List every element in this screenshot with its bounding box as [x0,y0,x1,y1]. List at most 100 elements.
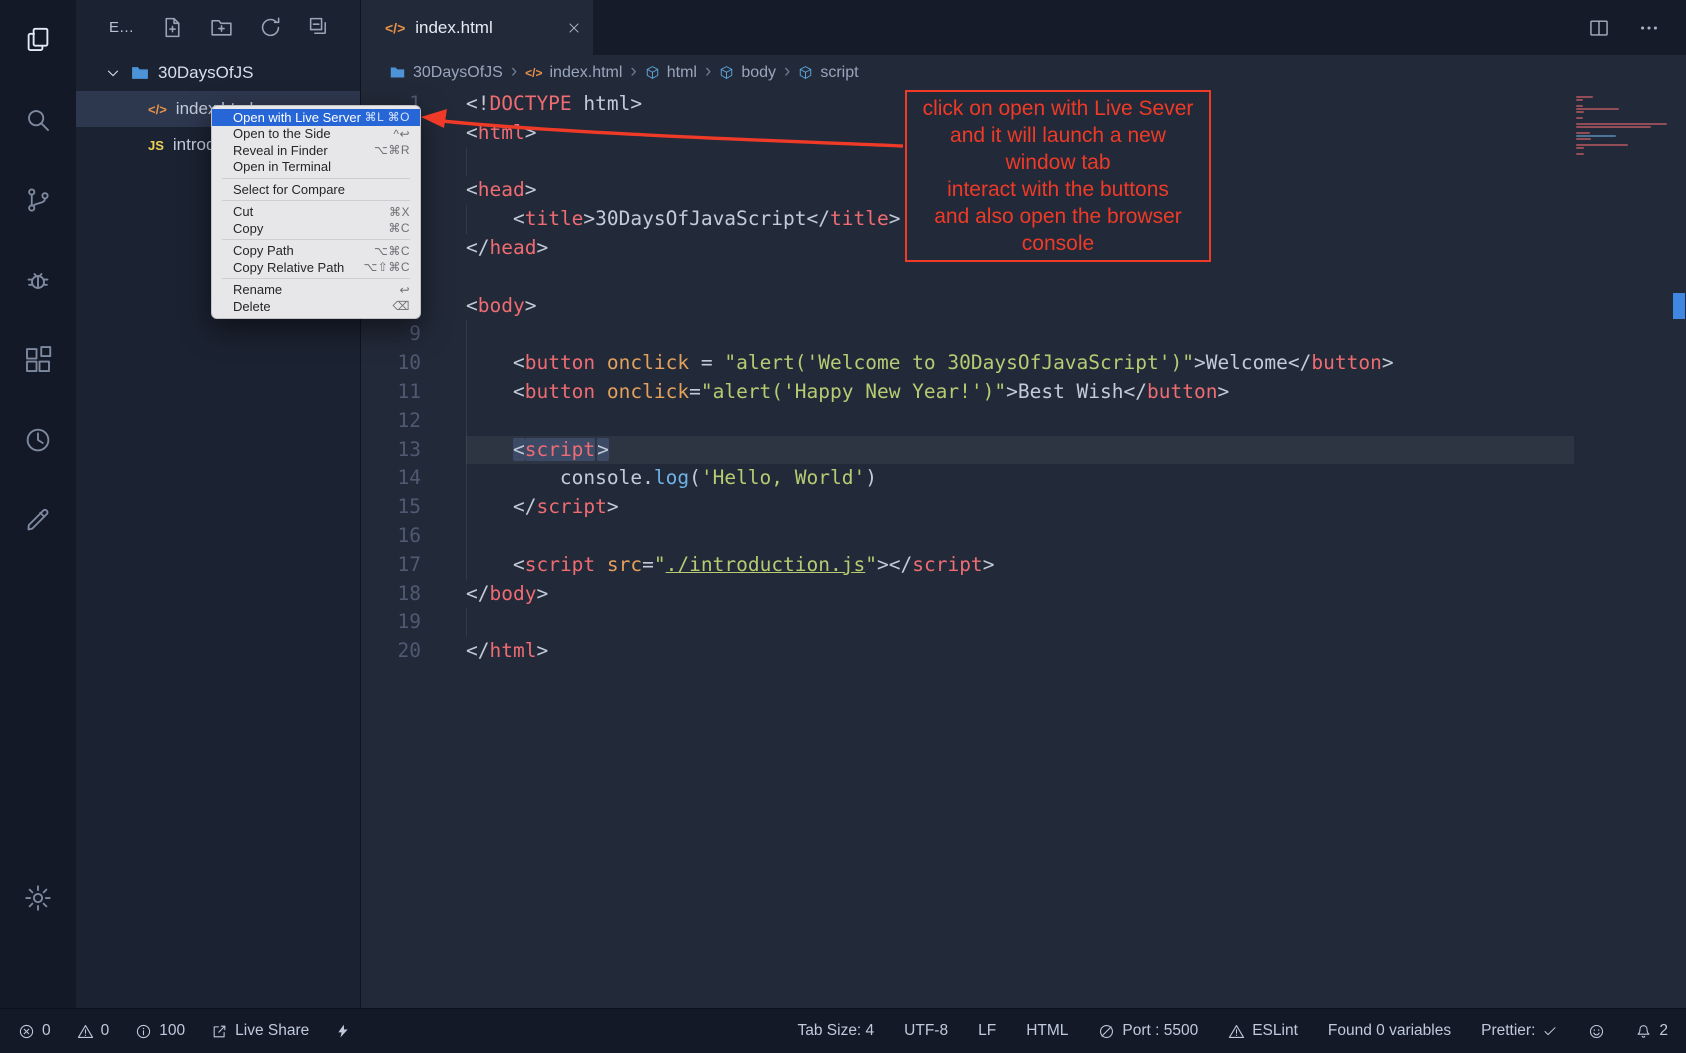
breadcrumb-separator: › [511,61,517,83]
close-icon[interactable] [567,21,581,35]
code-line-16[interactable]: 16 [361,522,1574,551]
code-text: </head> [466,234,548,263]
code-line-10[interactable]: 10 <button onclick = "alert('Welcome to … [361,349,1574,378]
activity-bar-item-extensions[interactable] [12,334,64,386]
status-label: ESLint [1252,1022,1298,1040]
code-line-12[interactable]: 12 [361,407,1574,436]
status-right: Tab Size: 4 UTF-8 LF HTML Port : 5500 ESLint F… [797,1022,1668,1040]
code-line-7[interactable]: 7 [361,263,1574,292]
code-line-17[interactable]: 17 <script src="./introduction.js"></scr… [361,551,1574,580]
code-line-8[interactable]: 8<body> [361,292,1574,321]
breadcrumb-label: body [741,64,776,82]
status-errors[interactable]: 0 [18,1022,51,1040]
code-line-11[interactable]: 11 <button onclick="alert('Happy New Yea… [361,378,1574,407]
ellipsis-icon[interactable] [1638,17,1660,39]
info-icon [135,1023,152,1040]
menu-item-shortcut: ⌫ [393,299,410,313]
minimap-line [1576,105,1583,107]
activity-bar-item-search[interactable] [12,94,64,146]
code-text: console.log('Hello, World') [466,464,877,493]
status-language-html[interactable]: HTML [1026,1022,1068,1040]
code-line-15[interactable]: 15 </script> [361,493,1574,522]
breadcrumb-html[interactable]: html [645,64,697,82]
breadcrumb-separator: › [705,61,711,83]
annotation-line: and it will launch a new [950,122,1166,149]
activity-bar-item-manage[interactable] [12,872,64,924]
code-line-13[interactable]: 13 <script> [361,436,1574,465]
code-line-20[interactable]: 20</html> [361,637,1574,666]
activity-bar-item-clock[interactable] [12,414,64,466]
explorer-title: E… [109,19,134,36]
overview-marker [1673,293,1685,319]
menu-item-shortcut: ⌘C [388,221,410,235]
status-eol[interactable]: LF [978,1022,996,1040]
breadcrumb-index-html[interactable]: </>index.html [525,64,622,82]
status-live-share[interactable]: Live Share [211,1022,309,1040]
status-bolt[interactable] [335,1023,351,1039]
breadcrumb-separator: › [784,61,790,83]
root-folder-label: 30DaysOfJS [158,63,253,83]
code-line-19[interactable]: 19 [361,608,1574,637]
minimap-line [1576,132,1590,134]
menu-item-copy-path[interactable]: Copy Path⌥⌘C [212,243,420,260]
minimap[interactable] [1576,96,1672,156]
menu-item-rename[interactable]: Rename↩ [212,282,420,299]
menu-item-label: Rename [233,282,282,297]
breadcrumb-label: index.html [550,64,623,82]
status-eslint[interactable]: ESLint [1228,1022,1298,1040]
code-text: <!DOCTYPE html> [466,90,642,119]
status-feedback[interactable] [1588,1023,1605,1040]
status-label: Found 0 variables [1328,1022,1451,1040]
status-info[interactable]: 100 [135,1022,185,1040]
new-file-icon[interactable] [160,15,185,40]
minimap-line [1576,135,1616,137]
menu-item-shortcut: ⌥⌘C [374,244,410,258]
status-label: UTF-8 [904,1022,948,1040]
status-prettier[interactable]: Prettier: [1481,1022,1558,1040]
status-encoding[interactable]: UTF-8 [904,1022,948,1040]
folder-row-30daysofjs[interactable]: 30DaysOfJS [76,55,360,91]
tab-index-html[interactable]: </> index.html [361,0,593,55]
overview-ruler[interactable] [1672,90,1686,1008]
menu-item-cut[interactable]: Cut⌘X [212,204,420,221]
new-folder-icon[interactable] [209,15,234,40]
activity-bar-item-pen[interactable] [12,494,64,546]
menu-item-open-with-live-server[interactable]: Open with Live Server⌘L ⌘O [212,109,420,126]
menu-separator [222,278,410,279]
status-port[interactable]: Port : 5500 [1098,1022,1198,1040]
line-number: 16 [361,522,421,551]
menu-item-reveal-in-finder[interactable]: Reveal in Finder⌥⌘R [212,142,420,159]
activity-bar-item-run-and-debug[interactable] [12,254,64,306]
code-line-18[interactable]: 18</body> [361,580,1574,609]
code-line-9[interactable]: 9 [361,320,1574,349]
activity-bar [0,0,76,1008]
menu-item-shortcut: ^↩ [393,127,410,141]
status-tab-size[interactable]: Tab Size: 4 [797,1022,874,1040]
menu-item-open-in-terminal[interactable]: Open in Terminal [212,159,420,176]
status-warnings[interactable]: 0 [77,1022,110,1040]
menu-item-copy[interactable]: Copy⌘C [212,220,420,237]
menu-item-delete[interactable]: Delete⌫ [212,298,420,315]
code-line-14[interactable]: 14 console.log('Hello, World') [361,464,1574,493]
breadcrumb-body[interactable]: body [719,64,776,82]
collapse-all-icon[interactable] [307,15,332,40]
breadcrumb-30daysofjs[interactable]: 30DaysOfJS [389,64,503,82]
refresh-icon[interactable] [258,15,283,40]
activity-bar-item-explorer[interactable] [12,14,64,66]
menu-item-select-for-compare[interactable]: Select for Compare [212,181,420,198]
split-editor-icon[interactable] [1588,17,1610,39]
line-number: 12 [361,407,421,436]
breadcrumb-script[interactable]: script [798,64,858,82]
code-text: <head> [466,176,536,205]
activity-bar-item-source-control[interactable] [12,174,64,226]
menu-item-open-to-the-side[interactable]: Open to the Side^↩ [212,126,420,143]
status-notifications[interactable]: 2 [1635,1022,1668,1040]
source-control-icon [23,185,53,215]
status-variables[interactable]: Found 0 variables [1328,1022,1451,1040]
explorer-icon [23,25,53,55]
search-icon [23,105,53,135]
status-label: LF [978,1022,996,1040]
line-number: 14 [361,464,421,493]
menu-item-copy-relative-path[interactable]: Copy Relative Path⌥⇧⌘C [212,259,420,276]
status-label: Live Share [235,1022,309,1040]
